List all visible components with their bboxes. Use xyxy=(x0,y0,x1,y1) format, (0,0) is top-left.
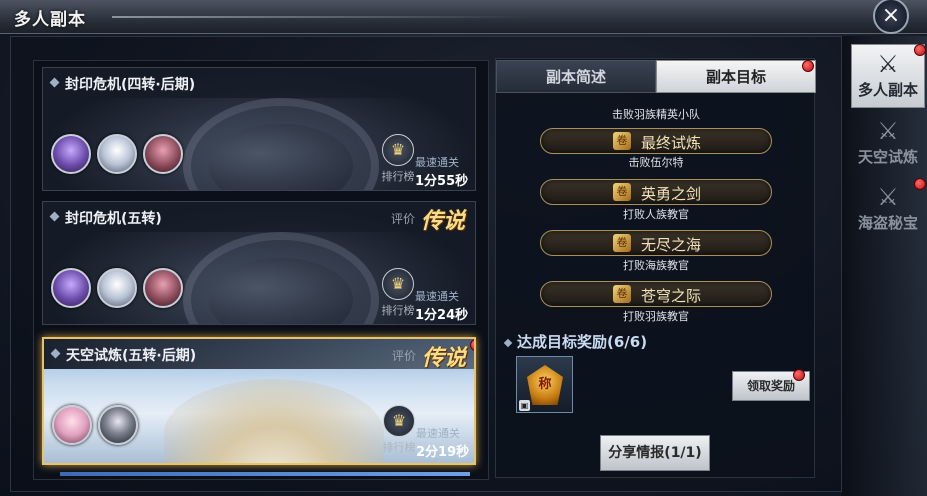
rewards-heading: 达成目标奖励(6/6) xyxy=(503,331,648,352)
leaderboard-button[interactable]: ♛ 排行榜 xyxy=(378,268,418,320)
trophy-icon: ♛ xyxy=(383,405,415,437)
rating-label: 评价 xyxy=(392,349,417,363)
scroll-icon: 卷 xyxy=(613,234,631,252)
tab-overview[interactable]: 副本简述 xyxy=(496,60,656,93)
rewards-title: 达成目标奖励(6/6) xyxy=(517,333,648,351)
leaderboard-label: 排行榜 xyxy=(381,304,415,317)
party-avatars xyxy=(51,134,183,174)
notification-dot xyxy=(470,339,474,351)
objective-title: 苍穹之际 xyxy=(641,287,702,305)
objective-desc: 打败羽族教官 xyxy=(623,310,689,323)
objective-item: 卷 苍穹之际 xyxy=(540,281,772,307)
crossed-swords-icon: ⚔ xyxy=(877,117,899,145)
title-divider xyxy=(112,16,532,18)
objective-desc: 打败人族教官 xyxy=(623,208,689,221)
fastest-clear-label: 最速通关 xyxy=(416,427,460,440)
share-intel-button[interactable]: 分享情报(1/1) xyxy=(600,435,710,471)
fastest-clear-label: 最速通关 xyxy=(415,290,459,303)
objective-desc: 击败羽族精英小队 xyxy=(612,108,700,121)
side-tab-pirate-treasure[interactable]: ⚔ 海盗秘宝 xyxy=(851,178,925,242)
lock-icon: ▣ xyxy=(519,400,530,411)
trophy-icon: ♛ xyxy=(382,134,414,166)
party-avatars xyxy=(52,405,138,445)
close-icon: × xyxy=(881,3,901,28)
objective-item: 卷 最终试炼 xyxy=(540,128,772,154)
avatar xyxy=(98,405,138,445)
notification-dot xyxy=(793,369,805,381)
dungeon-card[interactable]: 封印危机(四转·后期) ♛ 排行榜 最速通关 1分55秒 xyxy=(42,67,476,191)
objective-desc: 击败伍尔特 xyxy=(628,156,684,169)
avatar xyxy=(97,268,137,308)
trophy-icon: ♛ xyxy=(382,268,414,300)
diamond-icon xyxy=(503,338,513,347)
notification-dot xyxy=(914,44,926,56)
dungeon-name: 天空试炼(五转·后期) xyxy=(66,348,197,364)
side-tab-multiplayer[interactable]: ⚔ 多人副本 xyxy=(851,44,925,108)
avatar xyxy=(97,134,137,174)
list-scrollbar[interactable] xyxy=(60,472,470,476)
dungeon-name: 封印危机(四转·后期) xyxy=(65,77,196,93)
leaderboard-label: 排行榜 xyxy=(381,170,415,183)
notification-dot xyxy=(802,60,814,72)
side-tab-label: 天空试炼 xyxy=(857,148,918,166)
scroll-icon: 卷 xyxy=(613,285,631,303)
objective-title: 英勇之剑 xyxy=(641,185,702,203)
avatar xyxy=(51,268,91,308)
scroll-icon: 卷 xyxy=(613,183,631,201)
fastest-clear-time: 1分24秒 xyxy=(415,308,469,323)
objective-title: 无尽之海 xyxy=(641,236,702,254)
leaderboard-button[interactable]: ♛ 排行榜 xyxy=(378,134,418,186)
tab-objectives[interactable]: 副本目标 xyxy=(656,60,816,93)
dungeon-name: 封印危机(五转) xyxy=(65,211,162,227)
title-emblem-icon: 称 xyxy=(527,365,563,405)
reward-item[interactable]: 称 ▣ xyxy=(516,356,573,413)
objective-item: 卷 英勇之剑 xyxy=(540,179,772,205)
side-tab-sky-trial[interactable]: ⚔ 天空试炼 xyxy=(851,112,925,176)
rating-label: 评价 xyxy=(391,212,416,226)
avatar xyxy=(143,134,183,174)
fastest-clear-time: 1分55秒 xyxy=(415,174,469,189)
objective-title: 最终试炼 xyxy=(641,134,702,152)
objective-desc: 打败海族教官 xyxy=(623,259,689,272)
notification-dot xyxy=(914,178,926,190)
window-title: 多人副本 xyxy=(14,10,86,30)
side-tab-label: 海盗秘宝 xyxy=(857,214,918,232)
leaderboard-button[interactable]: ♛ 排行榜 xyxy=(379,405,419,457)
avatar xyxy=(52,405,92,445)
dungeon-card-selected[interactable]: 天空试炼(五转·后期) 评价 传说 ♛ 排行榜 最速通关 2分19秒 xyxy=(42,337,476,465)
leaderboard-label: 排行榜 xyxy=(382,441,416,454)
scroll-icon: 卷 xyxy=(613,132,631,150)
title-bar: 多人副本 xyxy=(0,0,927,34)
grade-badge: 传说 xyxy=(421,209,466,234)
fastest-clear-time: 2分19秒 xyxy=(416,445,470,460)
fastest-clear-label: 最速通关 xyxy=(415,156,459,169)
side-tab-label: 多人副本 xyxy=(857,81,918,99)
avatar xyxy=(51,134,91,174)
dungeon-card[interactable]: 封印危机(五转) 评价 传说 ♛ 排行榜 最速通关 1分24秒 xyxy=(42,201,476,325)
grade-badge: 传说 xyxy=(422,346,467,371)
avatar xyxy=(143,268,183,308)
objective-item: 卷 无尽之海 xyxy=(540,230,772,256)
party-avatars xyxy=(51,268,183,308)
